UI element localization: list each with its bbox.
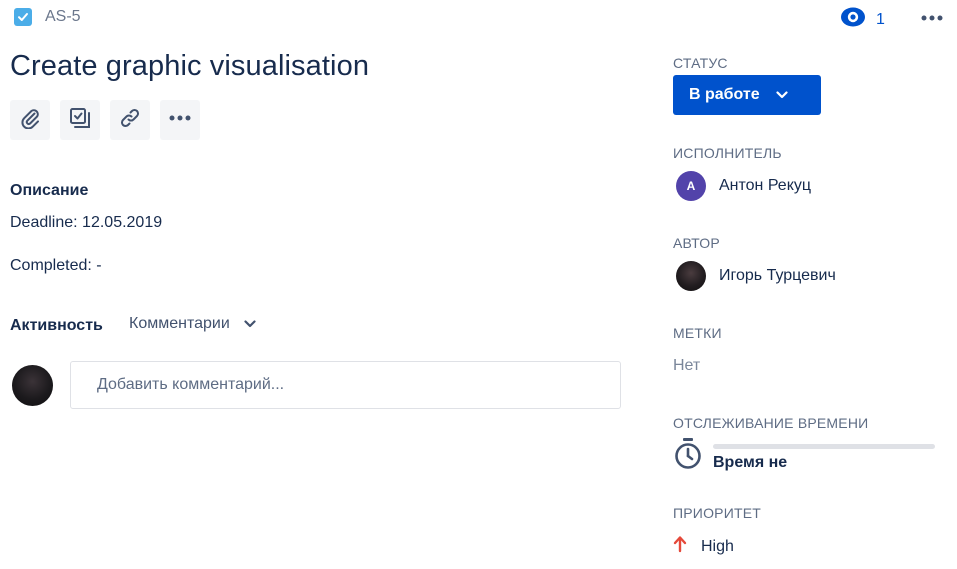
priority-field[interactable]: High [673,535,734,558]
time-tracking-progress [713,444,935,449]
priority-value: High [701,537,734,555]
assignee-label: ИСПОЛНИТЕЛЬ [673,145,782,161]
labels-label: МЕТКИ [673,325,722,341]
checkbox-icon[interactable] [14,8,32,26]
avatar [12,365,53,406]
avatar: A [676,171,706,201]
stopwatch-icon [673,437,703,476]
chevron-down-icon [230,315,256,333]
assignee-name: Антон Рекуц [719,177,812,194]
issue-key-link[interactable]: AS-5 [45,8,81,26]
priority-label: ПРИОРИТЕТ [673,505,761,521]
time-tracking-label: ОТСЛЕЖИВАНИЕ ВРЕМЕНИ [673,415,869,431]
reporter-field[interactable]: Игорь Турцевич [676,261,836,291]
activity-filter-label: Комментарии [129,315,230,332]
status-label: СТАТУС [673,55,728,71]
issue-header-bar: AS-5 1 [0,0,957,36]
watch-count: 1 [876,10,885,28]
description-line[interactable]: Completed: - [10,257,102,275]
activity-filter-dropdown[interactable]: Комментарии [129,315,256,333]
status-value: В работе [689,86,760,103]
activity-heading: Активность [10,317,103,334]
arrow-up-icon [673,535,687,558]
issue-action-toolbar [10,100,200,140]
time-tracking-value: Время не [713,454,788,471]
avatar [676,261,706,291]
issue-title[interactable]: Create graphic visualisation [10,50,369,83]
attachment-icon [19,107,41,134]
attach-button[interactable] [10,100,50,140]
status-dropdown-button[interactable]: В работе [673,75,821,115]
time-tracking-field[interactable]: Время не [673,437,943,477]
ellipsis-icon [168,108,192,133]
add-subtask-button[interactable] [60,100,100,140]
description-heading: Описание [10,182,89,199]
comment-input[interactable] [70,361,621,409]
more-actions-button[interactable] [160,100,200,140]
assignee-field[interactable]: A Антон Рекуц [676,171,811,201]
description-line[interactable]: Deadline: 12.05.2019 [10,214,162,232]
labels-field[interactable]: Нет [673,357,700,375]
watch-button[interactable]: 1 [840,6,885,33]
link-issue-button[interactable] [110,100,150,140]
issue-view: AS-5 1 Create graphic visualisation Опис… [0,0,957,569]
chevron-down-icon [760,86,788,104]
ellipsis-icon [920,15,944,32]
link-icon [119,107,141,134]
reporter-label: АВТОР [673,235,720,251]
subtask-icon [69,107,91,134]
eye-icon [840,6,866,33]
more-options-button[interactable] [920,8,944,33]
reporter-name: Игорь Турцевич [719,267,836,284]
